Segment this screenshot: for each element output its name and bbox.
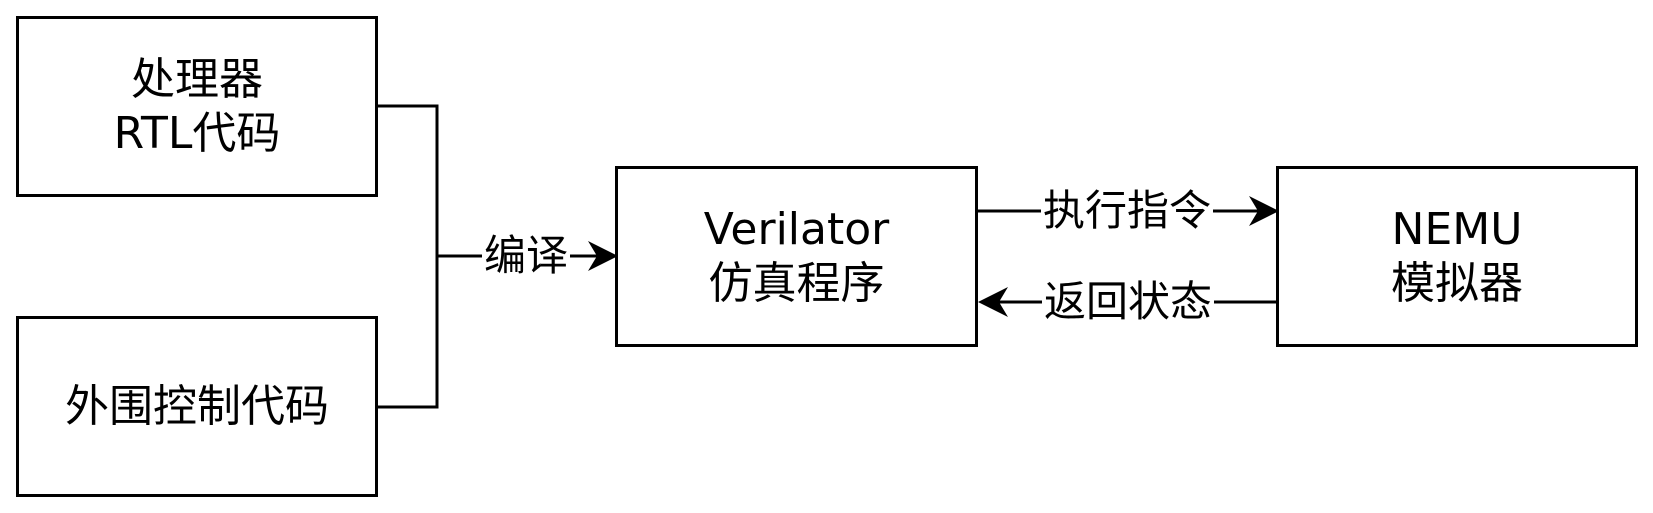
peripheral-control-box: 外围控制代码 xyxy=(16,316,378,497)
connector-periph xyxy=(378,256,439,409)
return-label: 返回状态 xyxy=(1041,277,1215,326)
verilator-box-line1: Verilator xyxy=(703,203,890,255)
rtl-code-box-line1: 处理器 xyxy=(131,53,263,105)
nemu-box-line2: 模拟器 xyxy=(1391,257,1523,309)
compile-label: 编译 xyxy=(481,231,571,280)
nemu-box-line1: NEMU xyxy=(1391,203,1523,255)
nemu-box: NEMU 模拟器 xyxy=(1276,166,1638,347)
connector-rtl xyxy=(378,104,439,256)
verilator-box-line2: 仿真程序 xyxy=(708,257,885,309)
exec-label: 执行指令 xyxy=(1040,186,1214,235)
verilator-box: Verilator 仿真程序 xyxy=(615,166,978,347)
rtl-code-box-line2: RTL代码 xyxy=(113,107,281,159)
peripheral-control-box-label: 外围控制代码 xyxy=(65,380,329,432)
rtl-code-box: 处理器 RTL代码 xyxy=(16,16,378,197)
